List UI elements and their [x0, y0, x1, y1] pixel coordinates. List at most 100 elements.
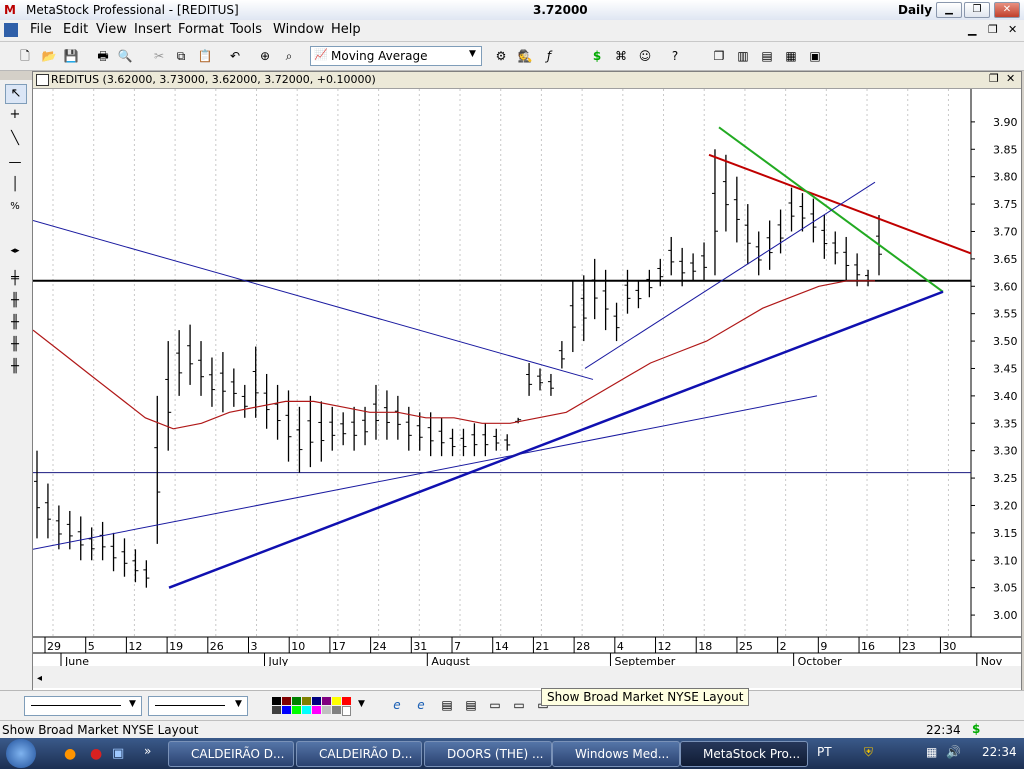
copy-icon[interactable]: ⧉: [172, 47, 190, 65]
more-icon[interactable]: »: [144, 744, 151, 758]
menu-window[interactable]: Window: [269, 22, 328, 37]
bar-style-3-icon[interactable]: ╫: [5, 336, 25, 354]
vertical-line-tool-icon[interactable]: │: [5, 176, 25, 194]
x-tick-label: 19: [169, 640, 183, 653]
task-metastock[interactable]: MetaStock Pro...: [680, 741, 808, 767]
line-weight-select[interactable]: ▼: [148, 696, 248, 716]
menu-help[interactable]: Help: [327, 22, 365, 37]
undo-icon[interactable]: ↶: [226, 47, 244, 65]
chart-close-button[interactable]: ✕: [1006, 72, 1015, 85]
tile-horizontal-icon[interactable]: ▤: [758, 47, 776, 65]
line-style-select[interactable]: ▼: [24, 696, 142, 716]
x-tick-label: 3: [251, 640, 258, 653]
chevron-down-icon[interactable]: ▼: [235, 699, 242, 709]
y-tick-label: 3.70: [993, 225, 1018, 238]
bar-style-1-icon[interactable]: ╫: [5, 292, 25, 310]
trendline-tool-icon[interactable]: ╲: [5, 130, 25, 148]
x-tick-label: 16: [861, 640, 875, 653]
chevron-down-icon[interactable]: ▼: [358, 699, 365, 709]
close-button[interactable]: ✕: [994, 2, 1020, 18]
mdi-minimize-button[interactable]: ▁: [968, 23, 976, 36]
layout-icon[interactable]: ▣: [806, 47, 824, 65]
pointer-icon[interactable]: ↖: [5, 84, 27, 104]
menu-format[interactable]: Format: [174, 22, 228, 37]
crosshair-icon[interactable]: ⊕: [256, 47, 274, 65]
scroll-arrows-icon[interactable]: ◂▸: [5, 242, 25, 260]
menu-edit[interactable]: Edit: [59, 22, 92, 37]
task-windows-media[interactable]: Windows Med...: [552, 741, 680, 767]
green-trendline: [718, 126, 944, 293]
dollar-icon[interactable]: $: [588, 47, 606, 65]
volume-icon[interactable]: 🔊: [946, 745, 961, 759]
dollar-icon: $: [972, 722, 981, 736]
paste-icon[interactable]: 📋: [196, 47, 214, 65]
print-icon[interactable]: 🖶: [94, 47, 112, 65]
minimize-button[interactable]: ▁: [936, 2, 962, 18]
task-caldeirao-1[interactable]: CALDEIRÃO D...: [168, 741, 294, 767]
chevron-down-icon[interactable]: ▼: [129, 699, 136, 709]
menu-insert[interactable]: Insert: [130, 22, 175, 37]
indicator-select[interactable]: 📈 Moving Average ▼: [310, 46, 482, 66]
layout-1-icon[interactable]: ▤: [438, 696, 456, 714]
color-palette[interactable]: [272, 697, 356, 716]
expert-icon[interactable]: ⚙: [492, 47, 510, 65]
mdi-restore-button[interactable]: ❐: [988, 23, 998, 36]
horizontal-line-tool-icon[interactable]: —: [5, 154, 25, 172]
cascade-icon[interactable]: ❐: [710, 47, 728, 65]
bar-style-4-icon[interactable]: ╫: [5, 358, 25, 376]
document-icon[interactable]: [4, 23, 18, 37]
desktop-icon[interactable]: ▣: [112, 746, 124, 761]
menu-view[interactable]: View: [92, 22, 131, 37]
y-tick-label: 3.90: [993, 116, 1018, 129]
opera-icon[interactable]: ●: [90, 746, 102, 762]
chevron-down-icon[interactable]: ▼: [469, 49, 476, 59]
network-icon[interactable]: ▦: [926, 745, 937, 759]
crosshair-tool-icon[interactable]: +: [5, 106, 25, 124]
explorer-icon[interactable]: 🕵: [516, 47, 534, 65]
firefox-icon[interactable]: ●: [64, 746, 76, 762]
x-tick-label: 24: [373, 640, 387, 653]
cut-icon[interactable]: ✂: [150, 47, 168, 65]
layout-2-icon[interactable]: ▤: [462, 696, 480, 714]
binoculars-icon[interactable]: ⌘: [612, 47, 630, 65]
ie-icon[interactable]: e: [388, 696, 406, 714]
windows-taskbar: ● ● ▣ » CALDEIRÃO D... CALDEIRÃO D... DO…: [0, 738, 1024, 769]
ie-icon-2[interactable]: e: [412, 696, 430, 714]
x-tick-label: 7: [454, 640, 461, 653]
language-indicator[interactable]: PT: [817, 745, 832, 759]
y-tick-label: 3.65: [993, 253, 1018, 266]
maximize-button[interactable]: ❐: [964, 2, 990, 18]
tile-vertical-icon[interactable]: ▥: [734, 47, 752, 65]
last-price: 3.72000: [533, 3, 588, 17]
bar-style-2-icon[interactable]: ╫: [5, 314, 25, 332]
x-tick-label: 28: [576, 640, 590, 653]
layout-4-icon[interactable]: ▭: [510, 696, 528, 714]
menu-bar: File Edit View Insert Format Tools Windo…: [0, 20, 1024, 42]
open-icon[interactable]: 📂: [40, 47, 58, 65]
chart-scrollbar: [33, 666, 1021, 688]
formula-icon[interactable]: ƒ: [540, 47, 558, 65]
task-caldeirao-2[interactable]: CALDEIRÃO D...: [296, 741, 422, 767]
chart-restore-button[interactable]: ❐: [989, 72, 999, 85]
layout-3-icon[interactable]: ▭: [486, 696, 504, 714]
task-doors[interactable]: DOORS (THE) ...: [424, 741, 552, 767]
x-tick-label: 25: [739, 640, 753, 653]
mdi-close-button[interactable]: ✕: [1008, 23, 1017, 36]
new-icon[interactable]: 🗋: [16, 47, 34, 65]
print-preview-icon[interactable]: 🔍: [116, 47, 134, 65]
period-label: Daily: [898, 3, 933, 17]
fibonacci-tool-icon[interactable]: %: [5, 198, 25, 216]
taskbar-clock: 22:34: [982, 745, 1017, 759]
zoom-icon[interactable]: ⌕: [280, 47, 298, 65]
save-icon[interactable]: 💾: [62, 47, 80, 65]
menu-tools[interactable]: Tools: [226, 22, 266, 37]
people-icon[interactable]: ☺: [636, 47, 654, 65]
tile-grid-icon[interactable]: ▦: [782, 47, 800, 65]
ohlc-bars-icon[interactable]: ╪: [5, 270, 25, 288]
y-tick-label: 3.55: [993, 308, 1018, 321]
menu-file[interactable]: File: [26, 22, 56, 37]
start-button[interactable]: [6, 739, 36, 768]
help-cursor-icon[interactable]: ?: [666, 47, 684, 65]
price-chart[interactable]: 3.90 3.85 3.80 3.75 3.70 3.65 3.60 3.55 3.50 3.45…: [33, 89, 1021, 689]
shield-icon[interactable]: ⛨: [864, 745, 873, 760]
